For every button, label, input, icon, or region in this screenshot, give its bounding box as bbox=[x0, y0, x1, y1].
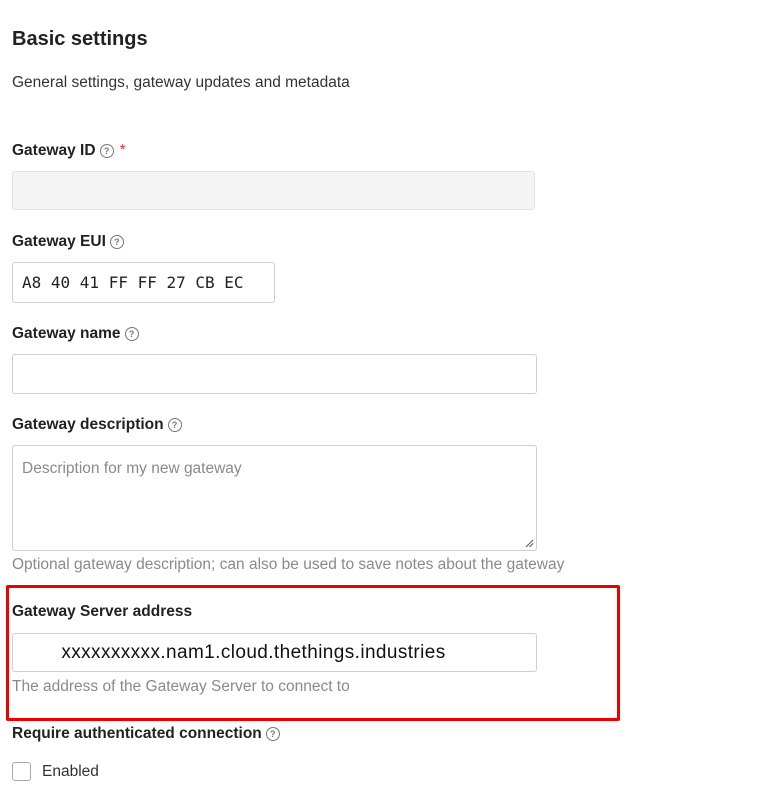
gateway-name-input[interactable] bbox=[12, 354, 537, 394]
enabled-checkbox-label[interactable]: Enabled bbox=[42, 763, 99, 781]
help-icon[interactable]: ? bbox=[265, 727, 280, 741]
gateway-id-label: Gateway ID ? * bbox=[12, 142, 126, 160]
require-authenticated-connection-label-text: Require authenticated connection bbox=[12, 725, 262, 742]
required-asterisk: * bbox=[119, 142, 126, 159]
highlight-box bbox=[6, 585, 620, 721]
gateway-name-label-text: Gateway name bbox=[12, 325, 121, 342]
help-icon[interactable]: ? bbox=[99, 144, 114, 158]
gateway-description-textarea[interactable]: Description for my new gateway bbox=[12, 445, 537, 551]
require-authenticated-connection-label: Require authenticated connection ? bbox=[12, 725, 280, 743]
help-icon[interactable]: ? bbox=[124, 327, 139, 341]
gateway-eui-input[interactable]: A8 40 41 FF FF 27 CB EC bbox=[12, 262, 275, 303]
gateway-description-placeholder: Description for my new gateway bbox=[22, 460, 242, 477]
page-title: Basic settings bbox=[12, 28, 148, 50]
gateway-description-hint: Optional gateway description; can also b… bbox=[12, 556, 565, 573]
gateway-description-label: Gateway description ? bbox=[12, 416, 182, 434]
gateway-eui-label: Gateway EUI ? bbox=[12, 233, 124, 251]
gateway-eui-label-text: Gateway EUI bbox=[12, 233, 106, 250]
help-icon[interactable]: ? bbox=[109, 235, 124, 249]
gateway-description-label-text: Gateway description bbox=[12, 416, 164, 433]
gateway-name-label: Gateway name ? bbox=[12, 325, 139, 343]
enabled-checkbox[interactable] bbox=[12, 762, 31, 781]
page-subtitle: General settings, gateway updates and me… bbox=[12, 74, 350, 91]
gateway-id-input[interactable] bbox=[12, 171, 535, 210]
gateway-id-label-text: Gateway ID bbox=[12, 142, 96, 159]
resize-grip-icon[interactable] bbox=[525, 539, 534, 548]
help-icon[interactable]: ? bbox=[167, 418, 182, 432]
